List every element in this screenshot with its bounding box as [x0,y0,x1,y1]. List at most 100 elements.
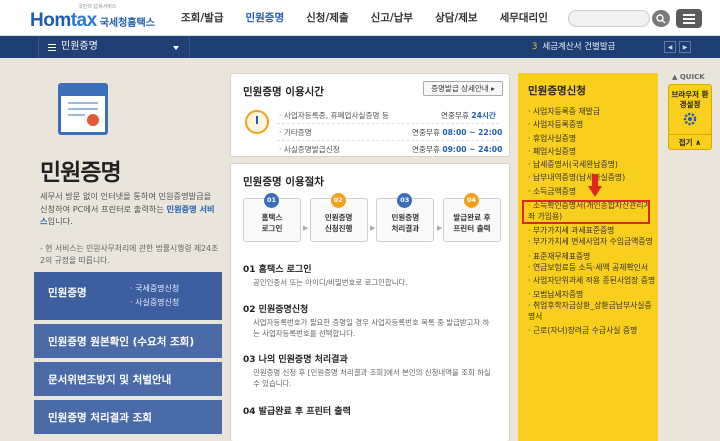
gnb-tax-agent[interactable]: 세무대리인 [489,0,559,36]
search-button[interactable] [652,10,670,27]
apply-list-item[interactable]: 납세증명서(국세완납증명) [528,158,656,171]
list-icon [48,44,56,53]
logo-tax-text: tax [70,10,97,31]
procedure-section-text: 민원증명 신청 후 [민원증명 처리결과 조회]에서 본인의 신청내역을 조회 … [253,368,491,388]
header: 국민의 납세서비스 Homtax 국세청홈택스 조회/발급 민원증명 신청/제출… [0,0,720,36]
step-number: 01 [264,193,279,208]
usage-time-title: 민원증명 이용시간 [243,86,324,98]
time-value-hours: 09:00 ~ 24:00 [442,145,503,154]
apply-list-item[interactable]: 폐업사실증명 [528,145,656,158]
step-number: 02 [330,193,346,208]
gnb-report-pay[interactable]: 신고/납부 [360,0,424,36]
logo-home-text: Hom [30,10,71,31]
chevron-right-icon: ▶ [303,224,309,232]
detail-guide-button[interactable]: 증명발급 상세안내 ▸ [423,81,503,96]
step-label: 홈택스 로그인 [244,212,300,234]
procedure-section-heading: 04 발급완료 후 프린터 출력 [243,407,351,417]
notice-ticker[interactable]: 3 세금계산서 건별발급 [532,36,616,58]
seal-icon [87,114,99,126]
apply-list-item[interactable]: 모범납세자증명 [528,288,656,301]
quick-collapse-label: 접기 [678,138,693,147]
search-input[interactable] [575,11,635,26]
apply-list-item[interactable]: 휴업사실증명 [528,132,656,145]
search-icon [656,13,666,23]
law-notice: - 현 서비스는 민원사무처리에 관한 법률시행령 제24조2의 규정을 따릅니… [40,244,219,265]
apply-list-item[interactable]: 근로(자녀)장려금 수급사실 증명 [528,324,656,337]
time-row-label: 사실증명발급신청 [279,144,340,155]
left-nav-forgery-prevention[interactable]: 문서위변조방지 및 처벌안내 [34,362,222,396]
chevron-right-icon: ▶ [437,224,443,232]
time-row-label: 기타증명 [279,127,312,138]
notice-controls: ◀ ▶ [664,41,691,53]
apply-list-item-highlighted[interactable]: 소득확인증명서(개인종합자산관리계좌 가입용) [528,201,656,222]
apply-list-item[interactable]: 사업자등록증명 [528,118,656,131]
chevron-down-icon [173,46,179,50]
gnb-apply-submit[interactable]: 신청/제출 [295,0,359,36]
document-icon [58,83,108,135]
step-label-line1: 홈택스 [261,213,283,222]
left-nav-original-check[interactable]: 민원증명 원본확인 (수요처 조회) [34,324,222,358]
step-label: 민원증명 처리결과 [377,212,433,234]
left-nav-label: 민원증명 처리결과 조회 [48,412,152,424]
hamburger-icon [683,13,695,16]
time-row-label: 사업자등록증, 휴폐업사실증명 등 [279,110,389,121]
all-menu-button[interactable] [676,9,702,28]
procedure-section-heading: 01 홈택스 로그인 [243,265,312,275]
logo-wordmark: Homtax [30,10,97,32]
section-select[interactable]: 민원증명 [38,36,190,58]
apply-list-item[interactable]: 부가가치세 과세표준증명 [528,224,656,237]
logo-tagline: 국민의 납세서비스 [78,4,117,10]
step-label: 발급완료 후 프린터 출력 [444,212,500,234]
time-row-value: 연중무휴 24시간 [441,110,496,121]
procedure-step: 01 홈택스 로그인 [243,193,301,242]
chevron-left-icon[interactable]: ◀ [664,41,676,53]
procedure-section-text: 공인인증서 또는 아이디/비밀번호로 로그인합니다. [253,278,408,287]
procedure-section-heading: 03 나의 민원증명 처리결과 [243,355,348,365]
hometax-logo[interactable]: 국민의 납세서비스 Homtax 국세청홈택스 [30,4,155,32]
apply-list-item[interactable]: 취업후학자금상환_상환금납부사실증명서 [528,301,656,322]
left-nav-result-inquiry[interactable]: 민원증명 처리결과 조회 [34,400,222,434]
procedure-title: 민원증명 이용절차 [243,176,324,188]
red-arrow-down-icon [588,174,602,197]
notice-number: 3 [532,42,538,52]
search-box [568,10,650,27]
sub-bar: 민원증명 3 세금계산서 건별발급 ◀ ▶ [0,36,720,58]
clock-icon [245,110,269,134]
quick-label-text: QUICK [679,73,705,81]
step-label-line2: 신청진행 [324,224,353,233]
procedure-step: 02 민원증명 신청진행 [309,193,368,242]
left-nav-civil-certificate[interactable]: 민원증명 국세증명신청 사실증명신청 [34,272,222,320]
logo-subtitle: 국세청홈택스 [99,18,155,29]
notice-text: 세금계산서 건별발급 [542,42,616,52]
gnb-inquiry-issue[interactable]: 조회/발급 [170,0,234,36]
apply-list: 사업자등록증 재발급 사업자등록증명 휴업사실증명 폐업사실증명 납세증명서(국… [528,105,656,338]
time-row-value: 연중무휴 08:00 ~ 22:00 [412,127,502,138]
left-nav-sub-national-tax[interactable]: 국세증명신청 [130,282,179,296]
usage-procedure-card: 민원증명 이용절차 01 홈택스 로그인 02 민원증명 신청진행 03 민원증명 처… [230,163,510,441]
detail-guide-label: 증명발급 상세안내 [431,84,489,93]
apply-list-item[interactable]: 표준재무제표증명 [528,250,656,263]
apply-list-item[interactable]: 부가가치세 면세사업자 수입금액증명 [528,237,656,248]
time-value-hours: 08:00 ~ 22:00 [442,128,503,137]
time-value-prefix: 연중무휴 [441,111,472,120]
section-select-label: 민원증명 [61,41,98,52]
left-nav-sub-fact[interactable]: 사실증명신청 [130,296,179,310]
gnb-consult-report[interactable]: 상담/제보 [424,0,488,36]
intro-text: 세무서 방문 없이 인터넷을 통하여 민원증명발급을 신청하여 PC에서 프린터… [40,190,220,228]
quick-collapse-button[interactable]: 접기 ∧ [669,134,711,150]
intro-text-part2: 입니다. [47,216,73,226]
procedure-step: 03 민원증명 처리결과 [376,193,435,242]
apply-list-item[interactable]: 사업자등록증 재발급 [528,105,656,118]
procedure-steps: 01 홈택스 로그인 02 민원증명 신청진행 03 민원증명 처리결과 04 발급완… [243,193,501,242]
apply-list-item[interactable]: 연금보험료등 소득·세액 공제확인서 [528,263,656,274]
procedure-section-text: 사업자등록번호가 필요한 증명일 경우 사업자등록번호 목록 중 발급받고자 하… [253,318,490,338]
quick-browser-settings-label: 브라우저 환경설정 [671,90,709,109]
quick-menu-browser-settings[interactable]: 브라우저 환경설정 접기 ∧ [668,84,712,150]
gnb-civil-certificate[interactable]: 민원증명 [234,0,295,36]
usage-time-card: 민원증명 이용시간 증명발급 상세안내 ▸ 사업자등록증, 휴폐업사실증명 등 … [230,73,510,157]
apply-list-item[interactable]: 사업자단위과세 적용 종된사업장 증명 [528,276,656,287]
gear-icon [683,112,697,126]
page-title: 민원증명 [40,160,122,186]
chevron-right-icon[interactable]: ▶ [679,41,691,53]
left-nav-sublist: 국세증명신청 사실증명신청 [130,282,179,310]
